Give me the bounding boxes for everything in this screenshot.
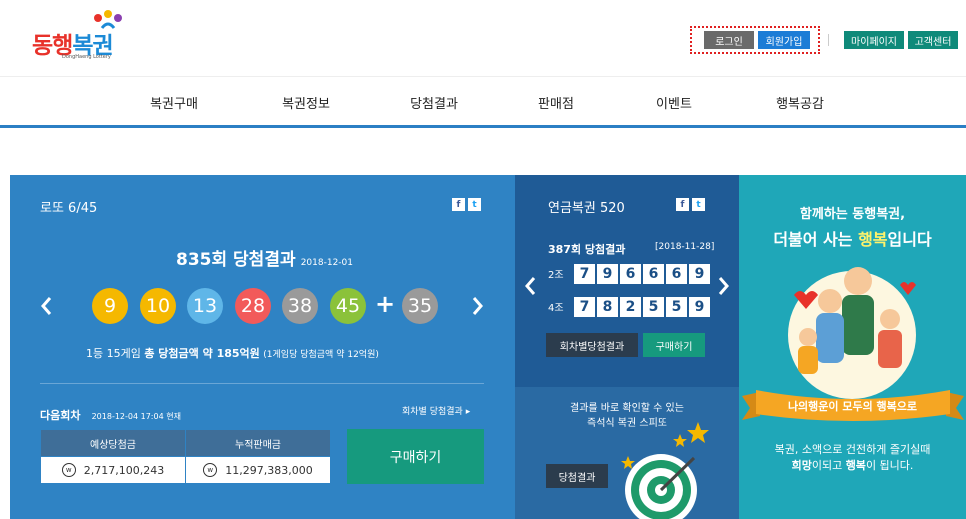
pension-row1-digit: 6 bbox=[643, 264, 664, 284]
pension-row2-digit: 8 bbox=[597, 297, 618, 317]
facebook-icon[interactable]: f bbox=[452, 198, 465, 211]
pension-row2-digit: 2 bbox=[620, 297, 641, 317]
nav-item-events[interactable]: 이벤트 bbox=[656, 93, 692, 112]
lotto-ball-3: 13 bbox=[187, 288, 223, 324]
mypage-button[interactable]: 마이페이지 bbox=[844, 31, 904, 49]
pension-row1-digit: 6 bbox=[666, 264, 687, 284]
plus-sign: + bbox=[375, 290, 396, 318]
pension-round-date: [2018-11-28] bbox=[655, 242, 715, 252]
pension-row1-label: 2조 bbox=[548, 270, 564, 281]
promo-line2: 더불어 사는 행복입니다 bbox=[773, 230, 932, 249]
lotto-round-heading: 835회 당첨결과 2018-12-01 bbox=[176, 245, 353, 270]
pension-row1-digit: 9 bbox=[597, 264, 618, 284]
lotto-round-title: 835회 당첨결과 bbox=[176, 250, 296, 270]
promo-line1: 함께하는 동행복권, bbox=[799, 207, 906, 222]
promo-ribbon-text: 나의행운이 모두의 행복으로 bbox=[787, 400, 918, 413]
join-button[interactable]: 회원가입 bbox=[758, 31, 810, 49]
pension-row1-digit: 6 bbox=[620, 264, 641, 284]
lotto-title: 로또 6/45 bbox=[40, 201, 98, 216]
cumulative-sales-header: 누적판매금 bbox=[186, 430, 330, 456]
pension-row2-digit: 5 bbox=[643, 297, 664, 317]
pension-by-round-button[interactable]: 회차별당첨결과 bbox=[546, 333, 638, 357]
expected-prize-header: 예상당첨금 bbox=[41, 430, 185, 456]
next-round-heading: 다음회차 2018-12-04 17:04 현재 bbox=[40, 409, 181, 422]
pension-buy-button[interactable]: 구매하기 bbox=[643, 333, 705, 357]
customer-center-button[interactable]: 고객센터 bbox=[908, 31, 958, 49]
promo-footer: 복권, 소액으로 건전하게 즐기실때 희망이되고 행복이 됩니다. bbox=[774, 443, 931, 472]
lotto-bonus-ball: 35 bbox=[402, 288, 438, 324]
lotto-divider bbox=[40, 383, 484, 384]
facebook-icon[interactable]: f bbox=[676, 198, 689, 211]
nav-item-info[interactable]: 복권정보 bbox=[282, 93, 330, 112]
main-nav: 복권구매 복권정보 당첨결과 판매점 이벤트 행복공감 bbox=[0, 76, 966, 128]
won-icon: w bbox=[203, 463, 218, 477]
chevron-left-icon[interactable] bbox=[524, 276, 536, 296]
pension-row2-digit: 7 bbox=[574, 297, 595, 317]
cumulative-sales-value: w 11,297,383,000 bbox=[186, 457, 330, 483]
won-icon: w bbox=[61, 463, 76, 477]
pension-row1-digit: 7 bbox=[574, 264, 595, 284]
lotto-ball-1: 9 bbox=[92, 288, 128, 324]
target-icon bbox=[621, 422, 709, 519]
nav-item-buy[interactable]: 복권구매 bbox=[150, 93, 198, 112]
pension-row2-digit: 9 bbox=[689, 297, 710, 317]
lotto-ball-6: 45 bbox=[330, 288, 366, 324]
pension-row1-digit: 9 bbox=[689, 264, 710, 284]
logo[interactable]: 동행복권 DongHaeng Lottery bbox=[32, 8, 122, 60]
login-button[interactable]: 로그인 bbox=[704, 31, 754, 49]
speetto-result-button[interactable]: 당첨결과 bbox=[546, 464, 608, 488]
twitter-icon[interactable]: t bbox=[468, 198, 481, 211]
logo-subtitle: DongHaeng Lottery bbox=[62, 54, 111, 60]
lotto-round-date: 2018-12-01 bbox=[300, 258, 354, 268]
lotto-ball-2: 10 bbox=[140, 288, 176, 324]
pension-row2-label: 4조 bbox=[548, 303, 564, 314]
lotto-prize-summary: 1등 15게임 총 당첨금액 약 185억원 (1게임당 당첨금액 약 12억원… bbox=[86, 347, 379, 360]
chevron-right-icon[interactable] bbox=[718, 276, 730, 296]
nav-item-happiness[interactable]: 행복공감 bbox=[776, 93, 824, 112]
pension-title: 연금복권 520 bbox=[548, 201, 625, 216]
chevron-left-icon[interactable] bbox=[40, 296, 52, 316]
by-round-results-link[interactable]: 회차별 당첨결과 ▸ bbox=[402, 404, 470, 417]
lotto-buy-button[interactable]: 구매하기 bbox=[347, 429, 484, 484]
family-illustration bbox=[788, 267, 916, 399]
lotto-ball-4: 28 bbox=[235, 288, 271, 324]
lotto-ball-5: 38 bbox=[282, 288, 318, 324]
nav-item-stores[interactable]: 판매점 bbox=[538, 93, 574, 112]
nav-item-results[interactable]: 당첨결과 bbox=[410, 93, 458, 112]
pension-round-title: 387회 당첨결과 bbox=[548, 243, 626, 256]
twitter-icon[interactable]: t bbox=[692, 198, 705, 211]
header-divider bbox=[828, 34, 829, 46]
pension-row2-digit: 5 bbox=[666, 297, 687, 317]
chevron-right-icon[interactable] bbox=[472, 296, 484, 316]
expected-prize-value: w 2,717,100,243 bbox=[41, 457, 185, 483]
